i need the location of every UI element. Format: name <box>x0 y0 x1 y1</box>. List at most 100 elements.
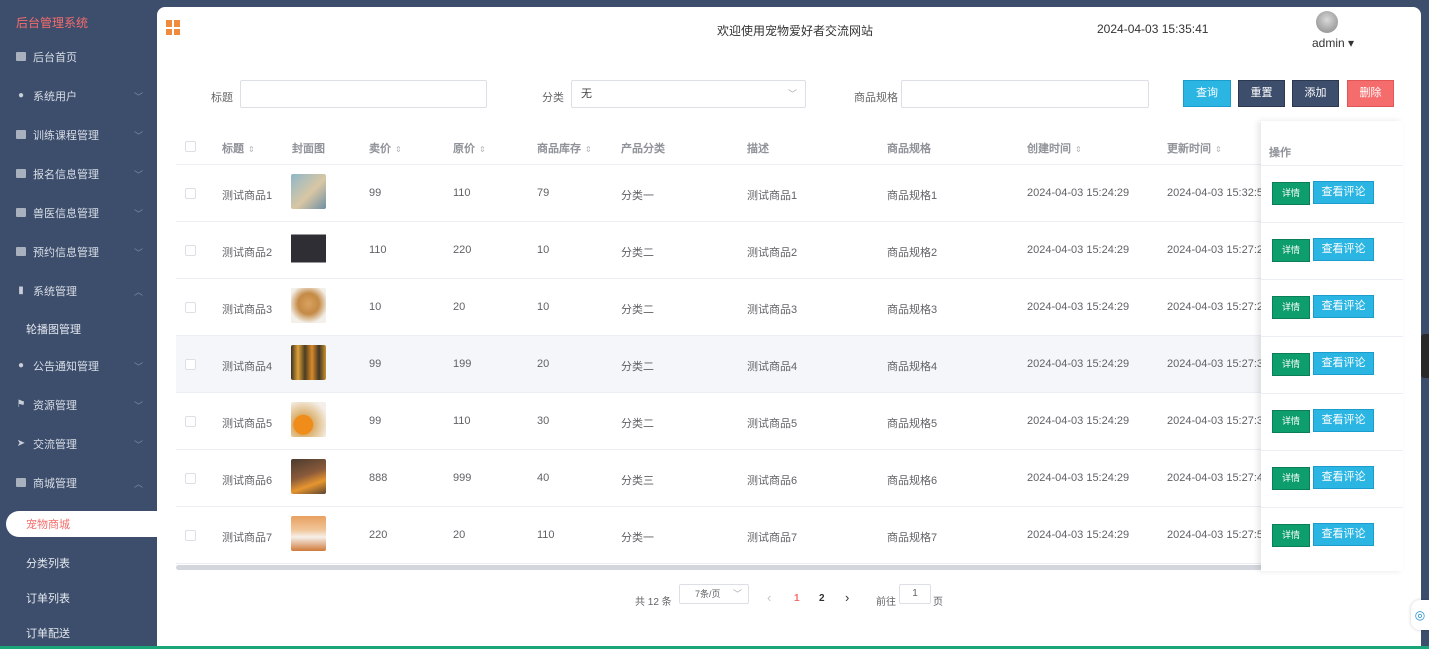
sidebar-item-exchange[interactable]: ➤ 交流管理 ﹀ <box>0 424 157 463</box>
reset-button[interactable]: 重置 <box>1238 80 1285 107</box>
delete-button[interactable]: 删除 <box>1347 80 1394 107</box>
th-updated[interactable]: 更新时间 ⇕ <box>1167 140 1222 156</box>
query-button[interactable]: 查询 <box>1183 80 1231 107</box>
add-button[interactable]: 添加 <box>1292 80 1339 107</box>
view-reviews-button[interactable]: 查看评论 <box>1313 295 1374 318</box>
table-row[interactable]: 测试商品2 110 220 10 分类二 测试商品2 商品规格2 2024-04-03 15:… <box>176 222 1402 279</box>
view-reviews-button[interactable]: 查看评论 <box>1313 181 1374 204</box>
product-thumbnail <box>291 231 326 266</box>
chevron-up-icon: ︿ <box>133 287 143 297</box>
spec-input[interactable] <box>901 80 1149 108</box>
th-created[interactable]: 创建时间 ⇕ <box>1027 140 1082 156</box>
page-1-button[interactable]: 1 <box>794 593 800 604</box>
th-orig[interactable]: 原价 ⇕ <box>453 140 486 156</box>
table-row[interactable]: 测试商品5 99 110 30 分类二 测试商品5 商品规格5 2024-04-03 15:2… <box>176 393 1402 450</box>
row-checkbox[interactable] <box>185 188 196 199</box>
sidebar: 后台管理系统 后台首页 ● 系统用户 ﹀ 训练课程管理 ﹀ 报名信息管理 ﹀ 兽… <box>0 0 158 649</box>
sidebar-item-enrollment[interactable]: 报名信息管理 ﹀ <box>0 154 157 193</box>
sidebar-item-system[interactable]: ▮ 系统管理 ︿ <box>0 271 157 310</box>
cell-created: 2024-04-03 15:24:29 <box>1027 187 1130 199</box>
square-icon <box>16 247 26 256</box>
th-title[interactable]: 标题 ⇕ <box>222 140 255 156</box>
category-label: 分类 <box>542 92 564 104</box>
product-thumbnail <box>291 402 326 437</box>
cell-category: 分类二 <box>621 361 654 373</box>
assist-widget-icon[interactable]: ◎ <box>1411 600 1429 630</box>
sidebar-item-label: 系统管理 <box>33 285 77 298</box>
cell-stock: 20 <box>537 358 550 370</box>
sidebar-subitem-carousel[interactable]: 轮播图管理 <box>0 311 157 346</box>
view-reviews-button[interactable]: 查看评论 <box>1313 523 1374 546</box>
th-stock[interactable]: 商品库存 ⇕ <box>537 140 592 156</box>
avatar[interactable] <box>1316 11 1338 33</box>
th-price[interactable]: 卖价 ⇕ <box>369 140 402 156</box>
view-reviews-button[interactable]: 查看评论 <box>1313 409 1374 432</box>
sidebar-item-appointment[interactable]: 预约信息管理 ﹀ <box>0 232 157 271</box>
sidebar-subitem-order-list[interactable]: 订单列表 <box>0 580 157 615</box>
select-all-checkbox[interactable] <box>185 141 196 152</box>
sidebar-item-resources[interactable]: ⚑ 资源管理 ﹀ <box>0 385 157 424</box>
table-row[interactable]: 测试商品3 10 20 10 分类二 测试商品3 商品规格3 2024-04-03 15:24… <box>176 279 1402 336</box>
sidebar-item-vet[interactable]: 兽医信息管理 ﹀ <box>0 193 157 232</box>
view-reviews-button[interactable]: 查看评论 <box>1313 466 1374 489</box>
table-row[interactable]: 测试商品1 99 110 79 分类一 测试商品1 商品规格1 2024-04-03 15:2… <box>176 165 1402 222</box>
cell-desc: 测试商品1 <box>747 190 798 202</box>
detail-button[interactable]: 详情 <box>1272 353 1310 376</box>
cell-title: 测试商品5 <box>222 418 273 430</box>
sort-icon: ⇕ <box>479 145 486 154</box>
title-input[interactable] <box>240 80 487 108</box>
sidebar-subitem-pet-shop[interactable]: 宠物商城 <box>6 511 158 537</box>
table-row[interactable]: 测试商品4 99 199 20 分类二 测试商品4 商品规格4 2024-04-03 15:2… <box>176 336 1402 393</box>
cell-price: 220 <box>369 529 388 541</box>
horizontal-scrollbar[interactable] <box>176 565 1366 570</box>
cell-spec: 商品规格7 <box>887 532 938 544</box>
view-reviews-button[interactable]: 查看评论 <box>1313 238 1374 261</box>
sidebar-subitem-delivery[interactable]: 订单配送 <box>0 615 157 649</box>
cell-stock: 79 <box>537 187 550 199</box>
sidebar-item-home[interactable]: 后台首页 <box>0 37 157 76</box>
page-2-button[interactable]: 2 <box>819 593 825 604</box>
detail-button[interactable]: 详情 <box>1272 239 1310 262</box>
detail-button[interactable]: 详情 <box>1272 296 1310 319</box>
row-checkbox[interactable] <box>185 359 196 370</box>
welcome-text: 欢迎使用宠物爱好者交流网站 <box>717 24 874 38</box>
chevron-down-icon: ﹀ <box>133 209 143 219</box>
category-select[interactable]: 无 ﹀ <box>571 80 806 108</box>
cell-created: 2024-04-03 15:24:29 <box>1027 244 1130 256</box>
cell-updated: 2024-04-03 15:27:51 <box>1167 529 1270 541</box>
sidebar-item-system-users[interactable]: ● 系统用户 ﹀ <box>0 76 157 115</box>
table-row[interactable]: 测试商品7 220 20 110 分类一 测试商品7 商品规格7 2024-04-03 15:… <box>176 507 1402 564</box>
row-checkbox[interactable] <box>185 245 196 256</box>
detail-button[interactable]: 详情 <box>1272 182 1310 205</box>
prev-page-button[interactable]: ‹ <box>767 590 771 605</box>
goto-prefix: 前往 <box>876 597 896 608</box>
sort-icon: ⇕ <box>1075 145 1082 154</box>
cell-desc: 测试商品3 <box>747 304 798 316</box>
sidebar-item-shop[interactable]: 商城管理 ︿ <box>0 463 157 502</box>
sidebar-item-label: 预约信息管理 <box>33 246 99 259</box>
view-reviews-button[interactable]: 查看评论 <box>1313 352 1374 375</box>
page-size-select[interactable]: 7条/页 ﹀ <box>679 584 749 604</box>
row-checkbox[interactable] <box>185 416 196 427</box>
chevron-up-icon: ︿ <box>133 479 143 489</box>
goto-page-input[interactable]: 1 <box>899 584 931 604</box>
next-page-button[interactable]: › <box>845 590 849 605</box>
sidebar-item-notice[interactable]: ● 公告通知管理 ﹀ <box>0 346 157 385</box>
sidebar-item-training[interactable]: 训练课程管理 ﹀ <box>0 115 157 154</box>
detail-button[interactable]: 详情 <box>1272 410 1310 433</box>
menu-toggle-icon[interactable] <box>166 20 181 35</box>
user-dropdown[interactable]: admin ▾ <box>1312 36 1354 50</box>
row-checkbox[interactable] <box>185 473 196 484</box>
detail-button[interactable]: 详情 <box>1272 524 1310 547</box>
detail-button[interactable]: 详情 <box>1272 467 1310 490</box>
th-cover: 封面图 <box>292 143 325 155</box>
side-handle[interactable] <box>1421 334 1429 378</box>
cell-stock: 10 <box>537 301 550 313</box>
cell-stock: 40 <box>537 472 550 484</box>
sidebar-item-label: 资源管理 <box>33 399 77 412</box>
table-row[interactable]: 测试商品6 888 999 40 分类三 测试商品6 商品规格6 2024-04-03 15:… <box>176 450 1402 507</box>
row-checkbox[interactable] <box>185 530 196 541</box>
cell-category: 分类一 <box>621 532 654 544</box>
row-checkbox[interactable] <box>185 302 196 313</box>
sidebar-subitem-category-list[interactable]: 分类列表 <box>0 545 157 580</box>
